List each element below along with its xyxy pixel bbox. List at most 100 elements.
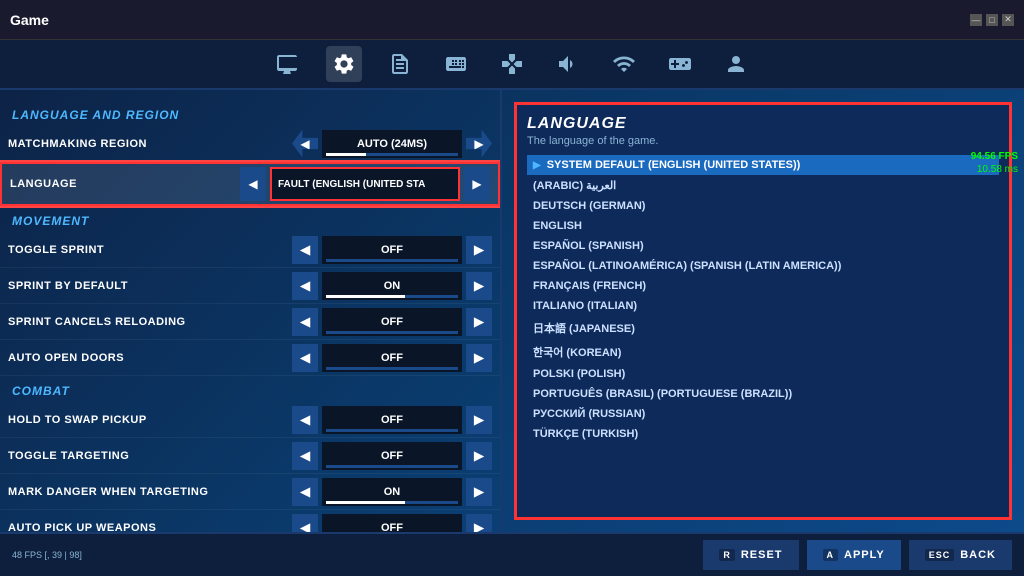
language-item-spanish-latam[interactable]: ESPAÑOL (LATINOAMÉRICA) (SPANISH (LATIN … <box>527 256 999 276</box>
control-auto-doors: ◀ OFF ▶ <box>292 344 492 372</box>
arrow-left-language[interactable]: ◀ <box>240 167 266 201</box>
control-auto-pickup: ◀ OFF ▶ <box>292 514 492 533</box>
language-item-spanish[interactable]: ESPAÑOL (SPANISH) <box>527 236 999 256</box>
label-language: LANGUAGE <box>10 178 240 190</box>
value-text-auto-doors: OFF <box>381 352 403 364</box>
arrow-left-auto-pickup[interactable]: ◀ <box>292 514 318 533</box>
nav-controller[interactable] <box>662 46 698 82</box>
language-item-german[interactable]: DEUTSCH (GERMAN) <box>527 196 999 216</box>
language-item-japanese[interactable]: 日本語 (JAPANESE) <box>527 316 999 340</box>
label-matchmaking: MATCHMAKING REGION <box>8 138 292 150</box>
language-panel-title: LANGUAGE <box>527 115 999 133</box>
back-button[interactable]: ESC BACK <box>909 540 1012 570</box>
left-panel: LANGUAGE AND REGION MATCHMAKING REGION ◀… <box>0 90 500 532</box>
arrow-right-sprint-default[interactable]: ▶ <box>466 272 492 300</box>
arrow-left-hold-swap[interactable]: ◀ <box>292 406 318 434</box>
minimize-button[interactable]: — <box>970 14 982 26</box>
window-title: Game <box>10 12 49 28</box>
nav-network[interactable] <box>606 46 642 82</box>
right-panel: LANGUAGE The language of the game. ▶SYST… <box>502 90 1024 532</box>
value-toggle-sprint: OFF <box>322 236 462 264</box>
control-toggle-targeting: ◀ OFF ▶ <box>292 442 492 470</box>
arrow-right-auto-pickup[interactable]: ▶ <box>466 514 492 533</box>
language-item-polish[interactable]: POLSKI (POLISH) <box>527 364 999 384</box>
nav-gear[interactable] <box>326 46 362 82</box>
apply-button[interactable]: A APPLY <box>807 540 901 570</box>
nav-bar <box>0 40 1024 90</box>
main-content: LANGUAGE AND REGION MATCHMAKING REGION ◀… <box>0 90 1024 532</box>
fps-ms: 10.58 ms <box>971 163 1018 176</box>
control-toggle-sprint: ◀ OFF ▶ <box>292 236 492 264</box>
close-button[interactable]: ✕ <box>1002 14 1014 26</box>
arrow-right-sprint-cancels[interactable]: ▶ <box>466 308 492 336</box>
nav-monitor[interactable] <box>270 46 306 82</box>
nav-gamepad[interactable] <box>494 46 530 82</box>
maximize-button[interactable]: □ <box>986 14 998 26</box>
value-text-matchmaking: AUTO (24MS) <box>357 138 427 150</box>
control-mark-danger: ◀ ON ▶ <box>292 478 492 506</box>
arrow-right-toggle-targeting[interactable]: ▶ <box>466 442 492 470</box>
back-key: ESC <box>925 549 955 561</box>
arrow-right-language[interactable]: ▶ <box>464 167 490 201</box>
arrow-left-sprint-cancels[interactable]: ◀ <box>292 308 318 336</box>
arrow-right-matchmaking[interactable]: ▶ <box>466 130 492 158</box>
setting-row-sprint-default: SPRINT BY DEFAULT ◀ ON ▶ <box>0 268 500 304</box>
setting-row-hold-swap: HOLD TO SWAP PICKUP ◀ OFF ▶ <box>0 402 500 438</box>
control-sprint-default: ◀ ON ▶ <box>292 272 492 300</box>
nav-volume[interactable] <box>550 46 586 82</box>
language-item-english[interactable]: ENGLISH <box>527 216 999 236</box>
nav-user[interactable] <box>718 46 754 82</box>
label-sprint-cancels: SPRINT CANCELS RELOADING <box>8 316 292 328</box>
nav-text[interactable] <box>382 46 418 82</box>
arrow-right-auto-doors[interactable]: ▶ <box>466 344 492 372</box>
value-matchmaking: AUTO (24MS) <box>322 130 462 158</box>
arrow-left-sprint-default[interactable]: ◀ <box>292 272 318 300</box>
section-header-combat: COMBAT <box>0 376 500 402</box>
language-item-russian[interactable]: РУССКИЙ (RUSSIAN) <box>527 404 999 424</box>
arrow-right-toggle-sprint[interactable]: ▶ <box>466 236 492 264</box>
arrow-left-mark-danger[interactable]: ◀ <box>292 478 318 506</box>
setting-row-toggle-sprint: TOGGLE SPRINT ◀ OFF ▶ <box>0 232 500 268</box>
apply-key: A <box>823 549 839 561</box>
language-item-french[interactable]: FRANÇAIS (FRENCH) <box>527 276 999 296</box>
language-item-arabic[interactable]: (ARABIC) العربية <box>527 175 999 196</box>
title-bar: Game — □ ✕ <box>0 0 1024 40</box>
value-text-auto-pickup: OFF <box>381 522 403 533</box>
bottom-fps-debug: 48 FPS [, 39 | 98] <box>12 550 695 560</box>
value-mark-danger: ON <box>322 478 462 506</box>
title-bar-left: Game <box>10 12 49 28</box>
value-text-sprint-default: ON <box>384 280 401 292</box>
language-item-italian[interactable]: ITALIANO (ITALIAN) <box>527 296 999 316</box>
fps-counter: 94.56 FPS 10.58 ms <box>971 150 1018 176</box>
label-auto-doors: AUTO OPEN DOORS <box>8 352 292 364</box>
value-sprint-default: ON <box>322 272 462 300</box>
value-text-toggle-sprint: OFF <box>381 244 403 256</box>
apply-label: APPLY <box>844 549 885 561</box>
nav-keyboard[interactable] <box>438 46 474 82</box>
reset-key: R <box>719 549 735 561</box>
language-current-value: FAULT (ENGLISH (UNITED STA <box>278 179 425 190</box>
value-text-hold-swap: OFF <box>381 414 403 426</box>
arrow-left-toggle-sprint[interactable]: ◀ <box>292 236 318 264</box>
bottom-bar: 48 FPS [, 39 | 98] R RESET A APPLY ESC B… <box>0 532 1024 576</box>
arrow-right-hold-swap[interactable]: ▶ <box>466 406 492 434</box>
section-header-movement: MOVEMENT <box>0 206 500 232</box>
arrow-right-mark-danger[interactable]: ▶ <box>466 478 492 506</box>
arrow-left-auto-doors[interactable]: ◀ <box>292 344 318 372</box>
language-item-turkish[interactable]: TÜRKÇE (TURKISH) <box>527 424 999 444</box>
setting-row-auto-pickup: AUTO PICK UP WEAPONS ◀ OFF ▶ <box>0 510 500 532</box>
selected-indicator: ▶ <box>533 160 541 171</box>
arrow-left-matchmaking[interactable]: ◀ <box>292 130 318 158</box>
language-panel-subtitle: The language of the game. <box>527 135 999 147</box>
reset-button[interactable]: R RESET <box>703 540 798 570</box>
language-item-korean[interactable]: 한국어 (KOREAN) <box>527 340 999 364</box>
label-auto-pickup: AUTO PICK UP WEAPONS <box>8 522 292 533</box>
language-item-system-default[interactable]: ▶SYSTEM DEFAULT (ENGLISH (UNITED STATES)… <box>527 155 999 175</box>
value-hold-swap: OFF <box>322 406 462 434</box>
arrow-left-toggle-targeting[interactable]: ◀ <box>292 442 318 470</box>
label-toggle-sprint: TOGGLE SPRINT <box>8 244 292 256</box>
value-text-mark-danger: ON <box>384 486 401 498</box>
setting-row-mark-danger: MARK DANGER WHEN TARGETING ◀ ON ▶ <box>0 474 500 510</box>
title-bar-controls: — □ ✕ <box>970 14 1014 26</box>
language-item-portuguese[interactable]: PORTUGUÊS (BRASIL) (PORTUGUESE (BRAZIL)) <box>527 384 999 404</box>
